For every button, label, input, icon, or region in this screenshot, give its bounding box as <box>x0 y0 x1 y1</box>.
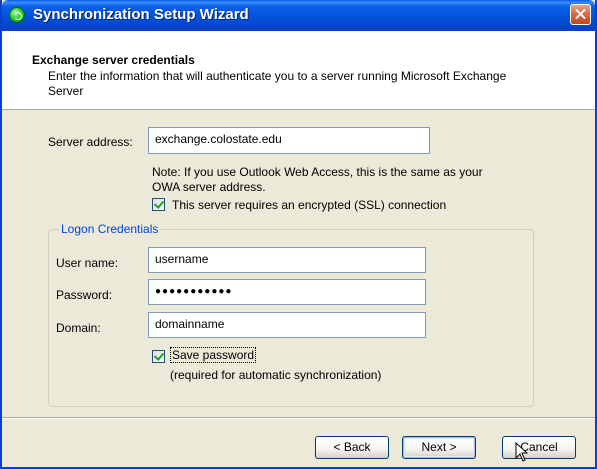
password-label: Password: <box>56 288 113 302</box>
save-password-text[interactable]: Save password <box>170 347 257 363</box>
save-password-checkbox[interactable] <box>152 350 165 363</box>
server-address-input[interactable]: exchange.colostate.edu <box>148 127 430 154</box>
logon-credentials-legend: Logon Credentials <box>59 222 161 236</box>
ssl-checkbox-label[interactable]: This server requires an encrypted (SSL) … <box>172 198 446 212</box>
server-address-label: Server address: <box>48 135 133 149</box>
title-bar[interactable]: Synchronization Setup Wizard <box>2 0 595 31</box>
server-note: Note: If you use Outlook Web Access, thi… <box>152 165 483 194</box>
back-button[interactable]: < Back <box>315 436 389 459</box>
mouse-pointer-icon <box>515 442 529 462</box>
domain-input[interactable]: domainname <box>148 312 426 338</box>
username-label: User name: <box>56 256 119 270</box>
password-input[interactable]: ●●●●●●●●●●● <box>148 279 426 305</box>
domain-label: Domain: <box>56 321 101 335</box>
wizard-header: Exchange server credentials Enter the in… <box>2 31 595 110</box>
close-icon[interactable] <box>570 4 591 25</box>
cancel-button[interactable]: Cancel <box>502 436 576 459</box>
save-password-hint: (required for automatic synchronization) <box>170 368 382 382</box>
footer-divider <box>2 417 595 419</box>
next-button[interactable]: Next > <box>402 436 476 459</box>
wizard-window: Synchronization Setup Wizard Exchange se… <box>0 0 597 469</box>
username-input[interactable]: username <box>148 247 426 273</box>
save-password-label[interactable]: Save password <box>170 347 257 363</box>
page-title: Exchange server credentials <box>32 53 195 67</box>
ssl-checkbox[interactable] <box>152 198 165 211</box>
page-description: Enter the information that will authenti… <box>48 69 507 98</box>
window-title: Synchronization Setup Wizard <box>33 6 249 23</box>
sync-wizard-icon <box>9 7 25 23</box>
